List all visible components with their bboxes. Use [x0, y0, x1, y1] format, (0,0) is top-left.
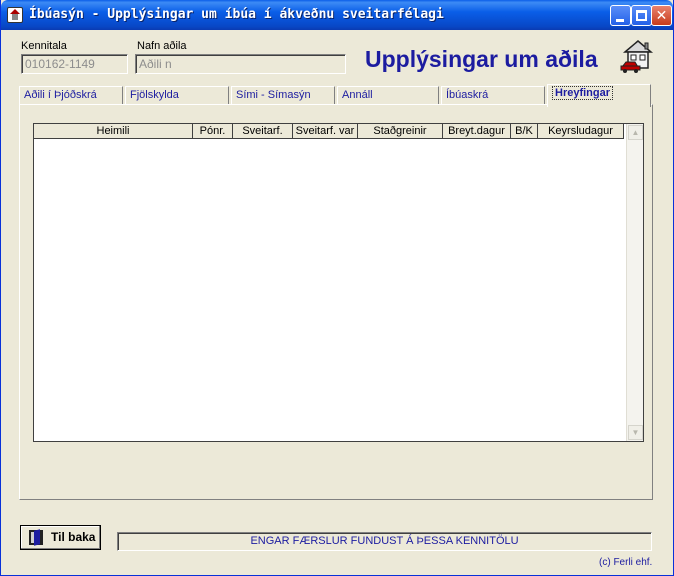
minimize-icon — [616, 19, 624, 22]
tab-ibuaskra[interactable]: Íbúaskrá — [441, 86, 545, 105]
vertical-scrollbar[interactable]: ▲ ▼ — [626, 124, 643, 441]
maximize-icon — [636, 10, 647, 21]
tab-simi-simasyn[interactable]: Sími - Símasýn — [231, 86, 335, 105]
tab-label: Annáll — [342, 89, 373, 101]
close-icon: ✕ — [655, 7, 668, 23]
column-breyt-dagur[interactable]: Breyt.dagur — [443, 124, 511, 139]
kennitala-label: Kennitala — [21, 40, 67, 52]
page-title: Upplýsingar um aðila — [365, 46, 598, 72]
column-keyrsludagur[interactable]: Keyrsludagur — [538, 124, 624, 139]
scroll-up-button[interactable]: ▲ — [628, 125, 643, 140]
scroll-down-button[interactable]: ▼ — [628, 425, 643, 440]
tab-label: Aðili í Þjóðskrá — [24, 89, 97, 101]
tab-fjolskylda[interactable]: Fjölskylda — [125, 86, 229, 105]
house-car-icon — [620, 40, 654, 73]
status-message: ENGAR FÆRSLUR FUNDUST Á ÞESSA KENNITÖLU — [117, 532, 652, 551]
grid-header: Heimili Pónr. Sveitarf. Sveitarf. var St… — [34, 124, 626, 139]
close-button[interactable]: ✕ — [651, 5, 672, 26]
tab-label: Sími - Símasýn — [236, 89, 311, 101]
title-bar[interactable]: Íbúasýn - Upplýsingar um íbúa í ákveðnu … — [1, 0, 673, 30]
tab-label: Íbúaskrá — [446, 89, 489, 101]
minimize-button[interactable] — [610, 5, 631, 26]
column-sveitarf[interactable]: Sveitarf. — [233, 124, 293, 139]
nafn-label: Nafn aðila — [137, 40, 187, 52]
app-window: Íbúasýn - Upplýsingar um íbúa í ákveðnu … — [0, 0, 674, 576]
copyright-text: (c) Ferli ehf. — [599, 557, 653, 568]
chevron-down-icon: ▼ — [631, 428, 640, 437]
tab-label: Hreyfingar — [552, 86, 614, 100]
maximize-button[interactable] — [631, 5, 652, 26]
column-bk[interactable]: B/K — [511, 124, 538, 139]
chevron-up-icon: ▲ — [631, 128, 640, 137]
nafn-field[interactable]: Aðili n — [135, 54, 346, 74]
til-baka-button[interactable]: Til baka — [20, 525, 101, 550]
tab-hreyfingar[interactable]: Hreyfingar — [547, 84, 651, 107]
exit-door-icon — [29, 530, 43, 545]
window-title: Íbúasýn - Upplýsingar um íbúa í ákveðnu … — [29, 7, 444, 22]
house-app-icon[interactable] — [7, 7, 23, 23]
column-stadgreinir[interactable]: Staðgreinir — [358, 124, 443, 139]
column-sveitarf-var[interactable]: Sveitarf. var — [293, 124, 358, 139]
kennitala-field[interactable]: 010162-1149 — [21, 54, 128, 74]
tab-adili-thjodskra[interactable]: Aðili í Þjóðskrá — [19, 86, 123, 105]
tab-annall[interactable]: Annáll — [337, 86, 439, 105]
hreyfingar-grid[interactable]: Heimili Pónr. Sveitarf. Sveitarf. var St… — [33, 123, 644, 442]
column-heimili[interactable]: Heimili — [34, 124, 193, 139]
til-baka-label: Til baka — [51, 530, 96, 544]
column-ponr[interactable]: Pónr. — [193, 124, 233, 139]
tab-label: Fjölskylda — [130, 89, 179, 101]
